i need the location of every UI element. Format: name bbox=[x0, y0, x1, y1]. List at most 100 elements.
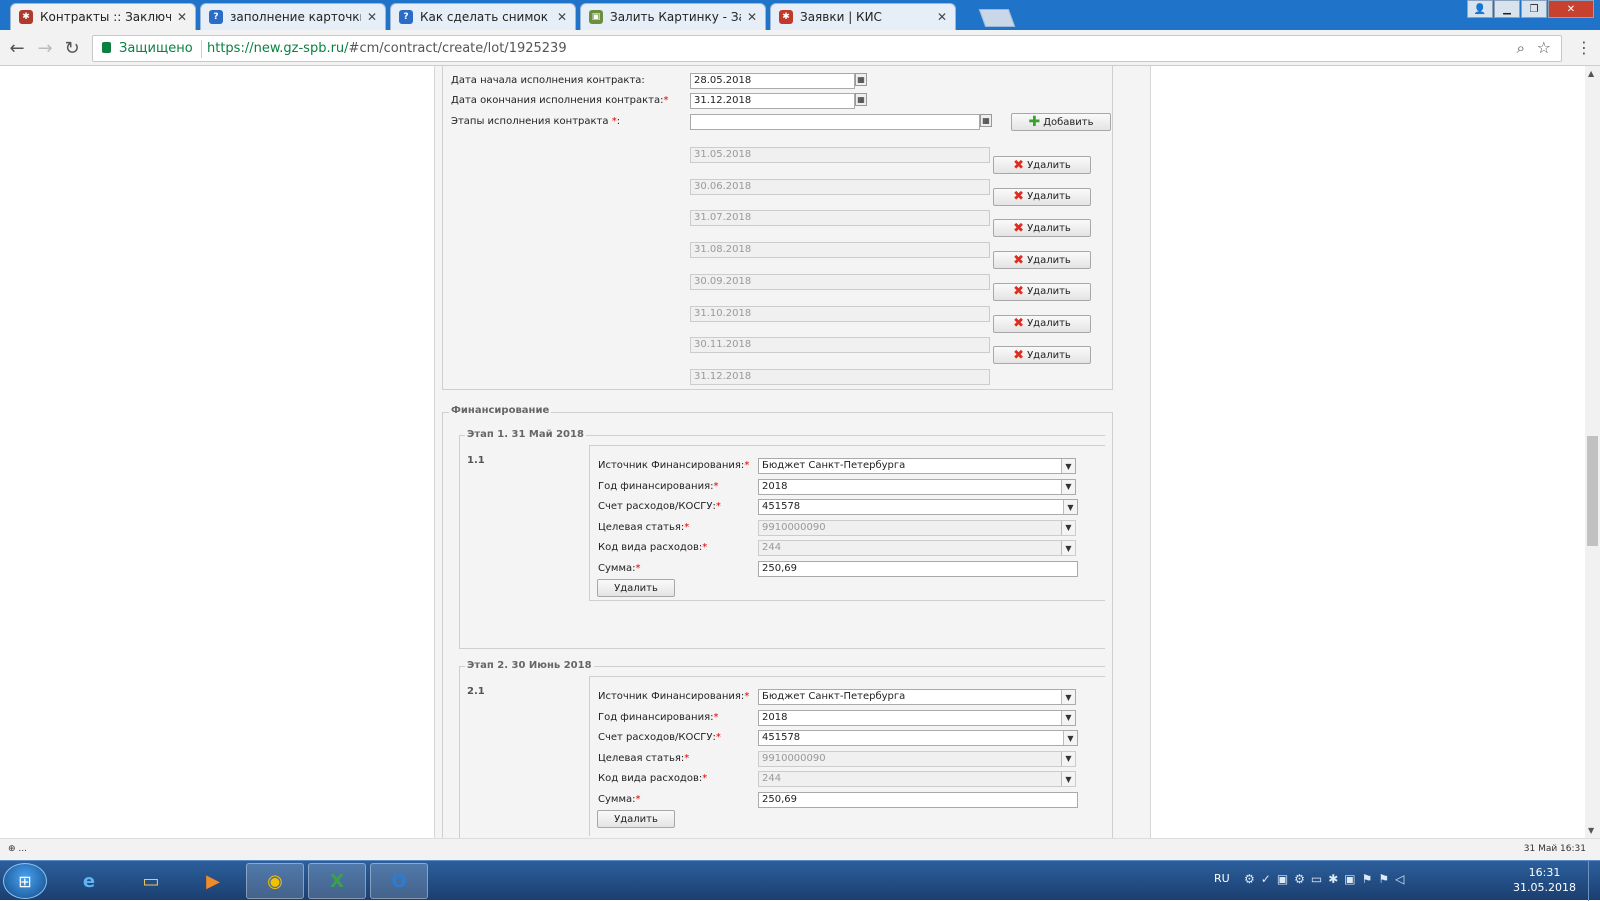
year-select[interactable]: 2018 ▼ bbox=[758, 709, 1076, 726]
tab-3[interactable]: ? Как сделать снимок экра ✕ bbox=[390, 3, 576, 30]
stage-number: 1.1 bbox=[467, 455, 485, 466]
language-indicator[interactable]: RU bbox=[1214, 872, 1230, 885]
source-label: Источник Финансирования:* bbox=[598, 691, 749, 702]
close-window-button[interactable]: ✕ bbox=[1548, 0, 1594, 18]
ie-icon[interactable]: e bbox=[60, 863, 118, 899]
source-label-text: Источник Финансирования: bbox=[598, 460, 745, 471]
kis-favicon-icon: ✱ bbox=[19, 10, 33, 24]
stage-date-field[interactable]: 31.12.2018 bbox=[690, 368, 990, 385]
close-tab-icon[interactable]: ✕ bbox=[747, 10, 757, 24]
tab-title: Залить Картинку - Загру bbox=[610, 10, 741, 24]
stage-date-field[interactable]: 30.09.2018 bbox=[690, 273, 990, 290]
delete-stage-button[interactable]: ✖ Удалить bbox=[993, 251, 1091, 270]
start-button[interactable]: ⊞ bbox=[3, 863, 47, 899]
img-favicon-icon: ▣ bbox=[589, 10, 603, 24]
stage-date-input[interactable] bbox=[690, 114, 980, 130]
year-select[interactable]: 2018 ▼ bbox=[758, 478, 1076, 495]
tab-2[interactable]: ? заполнение карточки ко ✕ bbox=[200, 3, 386, 30]
end-date-input[interactable]: 31.12.2018 bbox=[690, 93, 855, 109]
financing-legend: Финансирование bbox=[449, 405, 552, 416]
required-marker: * bbox=[635, 563, 641, 574]
bookmark-star-icon[interactable]: ☆ bbox=[1537, 38, 1551, 57]
target-select[interactable]: 9910000090 ▼ bbox=[758, 519, 1076, 536]
required-marker: * bbox=[715, 732, 721, 744]
outlook-icon[interactable]: O bbox=[370, 863, 428, 899]
close-tab-icon[interactable]: ✕ bbox=[367, 10, 377, 24]
scroll-up-arrow[interactable]: ▲ bbox=[1588, 69, 1594, 78]
maximize-button[interactable]: ❐ bbox=[1521, 0, 1547, 18]
chrome-icon[interactable]: ◉ bbox=[246, 863, 304, 899]
required-marker: * bbox=[611, 116, 617, 127]
account-select[interactable]: 451578 ▼ bbox=[758, 730, 1078, 747]
sum-value: 250,69 bbox=[762, 563, 797, 574]
source-select[interactable]: Бюджет Санкт-Петербурга ▼ bbox=[758, 458, 1076, 474]
tab-5[interactable]: ✱ Заявки | КИС ✕ bbox=[770, 3, 956, 30]
tab-4[interactable]: ▣ Залить Картинку - Загру ✕ bbox=[580, 3, 766, 30]
media-player-icon[interactable]: ▶ bbox=[184, 863, 242, 899]
minimize-button[interactable]: ▁ bbox=[1494, 0, 1520, 18]
delete-x-icon: ✖ bbox=[1013, 252, 1025, 268]
forward-button[interactable]: → bbox=[34, 37, 56, 59]
delete-source-button[interactable]: Удалить bbox=[597, 810, 675, 828]
source-label: Источник Финансирования:* bbox=[598, 460, 749, 471]
stage-date-field[interactable]: 31.10.2018 bbox=[690, 305, 990, 322]
close-tab-icon[interactable]: ✕ bbox=[177, 10, 187, 24]
delete-stage-button[interactable]: ✖ Удалить bbox=[993, 219, 1091, 238]
close-tab-icon[interactable]: ✕ bbox=[557, 10, 567, 24]
account-select[interactable]: 451578 ▼ bbox=[758, 499, 1078, 516]
delete-source-button[interactable]: Удалить bbox=[597, 579, 675, 597]
explorer-icon[interactable]: ▭ bbox=[122, 863, 180, 899]
source-select[interactable]: Бюджет Санкт-Петербурга ▼ bbox=[758, 689, 1076, 705]
tab-1[interactable]: ✱ Контракты :: Заключени ✕ bbox=[10, 3, 196, 30]
back-button[interactable]: ← bbox=[6, 37, 28, 59]
close-tab-icon[interactable]: ✕ bbox=[937, 10, 947, 24]
delete-stage-button[interactable]: ✖ Удалить bbox=[993, 282, 1091, 301]
kis-favicon-icon: ✱ bbox=[779, 10, 793, 24]
scroll-down-arrow[interactable]: ▼ bbox=[1588, 826, 1594, 835]
delete-stage-button[interactable]: ✖ Удалить bbox=[993, 156, 1091, 174]
stage-date-field[interactable]: 30.11.2018 bbox=[690, 337, 990, 354]
url-text[interactable]: https://new.gz-spb.ru/#cm/contract/creat… bbox=[207, 41, 567, 56]
calendar-icon[interactable]: ▦ bbox=[980, 114, 992, 127]
plus-icon: ✚ bbox=[1028, 114, 1041, 130]
chevron-down-icon: ▼ bbox=[1063, 500, 1077, 515]
clock[interactable]: 16:31 31.05.2018 bbox=[1513, 865, 1576, 895]
sum-label-text: Сумма: bbox=[598, 563, 636, 574]
reload-button[interactable]: ↻ bbox=[61, 37, 83, 59]
add-stage-button[interactable]: ✚ Добавить bbox=[1011, 113, 1111, 131]
tab-bar: ✱ Контракты :: Заключени ✕? заполнение карт… bbox=[0, 0, 1600, 30]
year-label: Год финансирования:* bbox=[598, 481, 718, 492]
calendar-icon[interactable]: ▦ bbox=[855, 73, 867, 86]
code-select[interactable]: 244 ▼ bbox=[758, 540, 1076, 557]
code-select[interactable]: 244 ▼ bbox=[758, 771, 1076, 788]
stage-date-field[interactable]: 31.05.2018 bbox=[690, 147, 990, 163]
delete-stage-button[interactable]: ✖ Удалить bbox=[993, 346, 1091, 365]
calendar-icon[interactable]: ▦ bbox=[855, 93, 867, 106]
scrollbar-thumb[interactable] bbox=[1587, 436, 1598, 546]
delete-button-label: Удалить bbox=[1027, 349, 1071, 361]
delete-stage-button[interactable]: ✖ Удалить bbox=[993, 314, 1091, 333]
tray-icons[interactable]: ⚙✓▣⚙▭✱▣⚑⚑◁ bbox=[1244, 872, 1410, 886]
delete-button-label: Удалить bbox=[1027, 318, 1071, 329]
start-date-input[interactable]: 28.05.2018 bbox=[690, 73, 855, 89]
new-tab-button[interactable] bbox=[978, 9, 1016, 27]
zoom-icon[interactable]: ⌕ bbox=[1517, 39, 1525, 57]
delete-x-icon: ✖ bbox=[1013, 347, 1025, 363]
account-value: 451578 bbox=[762, 501, 801, 513]
stage-date-field[interactable]: 31.07.2018 bbox=[690, 210, 990, 227]
secure-label: Защищено bbox=[119, 41, 193, 56]
sum-input[interactable]: 250,69 bbox=[758, 561, 1078, 577]
excel-icon[interactable]: X bbox=[308, 863, 366, 899]
sum-input[interactable]: 250,69 bbox=[758, 792, 1078, 808]
menu-dots-icon[interactable]: ⋮ bbox=[1576, 38, 1592, 57]
show-desktop-button[interactable] bbox=[1588, 861, 1600, 901]
vertical-scrollbar[interactable]: ▲ ▼ bbox=[1585, 66, 1600, 838]
delete-stage-button[interactable]: ✖ Удалить bbox=[993, 187, 1091, 206]
year-label-text: Год финансирования: bbox=[598, 711, 714, 723]
stage-date-field[interactable]: 31.08.2018 bbox=[690, 242, 990, 259]
browser-toolbar: ← → ↻ Защищено https://new.gz-spb.ru/#cm… bbox=[0, 30, 1600, 66]
profile-icon[interactable]: 👤 bbox=[1467, 0, 1493, 18]
address-bar[interactable]: Защищено https://new.gz-spb.ru/#cm/contr… bbox=[92, 35, 1562, 62]
target-select[interactable]: 9910000090 ▼ bbox=[758, 750, 1076, 767]
stage-date-field[interactable]: 30.06.2018 bbox=[690, 178, 990, 195]
